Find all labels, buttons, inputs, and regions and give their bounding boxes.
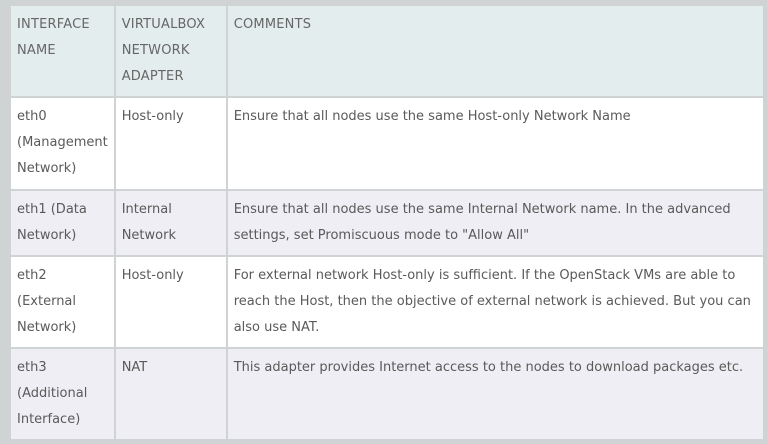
cell-comment: Ensure that all nodes use the same Inter… (227, 191, 763, 255)
cell-adapter: Internal Network (115, 191, 226, 255)
cell-interface: eth1 (Data Network) (11, 191, 114, 255)
table-row: eth3 (Additional Interface) NAT This ada… (11, 349, 763, 439)
table-row: eth0 (Management Network) Host-only Ensu… (11, 98, 763, 189)
cell-interface: eth3 (Additional Interface) (11, 349, 114, 439)
network-adapter-table: INTERFACE NAME VIRTUALBOX NETWORK ADAPTE… (9, 4, 765, 441)
table-row: eth1 (Data Network) Internal Network Ens… (11, 191, 763, 255)
cell-comment: For external network Host-only is suffic… (227, 257, 763, 347)
network-adapter-table-container: INTERFACE NAME VIRTUALBOX NETWORK ADAPTE… (0, 0, 767, 444)
table-header-row: INTERFACE NAME VIRTUALBOX NETWORK ADAPTE… (11, 6, 763, 96)
cell-comment: This adapter provides Internet access to… (227, 349, 763, 439)
header-comments: COMMENTS (227, 6, 763, 96)
header-virtualbox-network-adapter: VIRTUALBOX NETWORK ADAPTER (115, 6, 226, 96)
cell-adapter: Host-only (115, 257, 226, 347)
header-interface-name: INTERFACE NAME (11, 6, 114, 96)
cell-adapter: NAT (115, 349, 226, 439)
cell-comment: Ensure that all nodes use the same Host-… (227, 98, 763, 189)
cell-interface: eth0 (Management Network) (11, 98, 114, 189)
cell-adapter: Host-only (115, 98, 226, 189)
cell-interface: eth2 (External Network) (11, 257, 114, 347)
table-row: eth2 (External Network) Host-only For ex… (11, 257, 763, 347)
